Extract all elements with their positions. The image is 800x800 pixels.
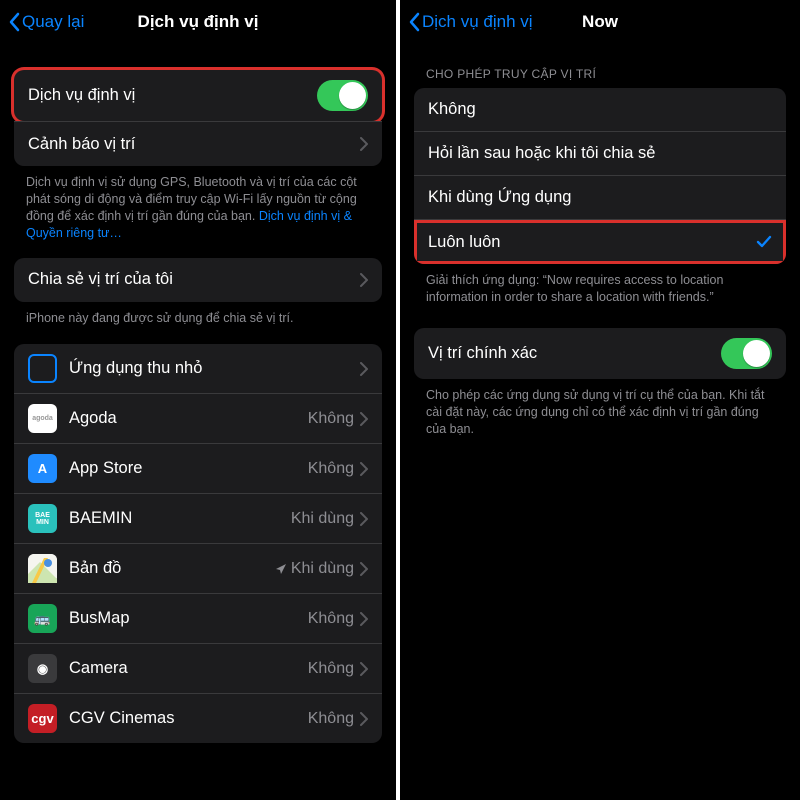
option-label: Luôn luôn: [428, 233, 756, 252]
app-icon: [28, 354, 57, 383]
app-status: Không: [308, 610, 354, 628]
chevron-left-icon: [8, 12, 20, 32]
app-status: Không: [308, 660, 354, 678]
chevron-right-icon: [360, 273, 368, 287]
location-arrow-icon: [275, 563, 287, 575]
app-icon: ◉: [28, 654, 57, 683]
app-row[interactable]: Bản đồKhi dùng: [14, 544, 382, 594]
app-row[interactable]: 🚌 BusMapKhông: [14, 594, 382, 644]
app-icon: [28, 554, 57, 583]
chevron-right-icon: [360, 712, 368, 726]
app-row[interactable]: BAE MIN BAEMINKhi dùng: [14, 494, 382, 544]
toggle-label: Dịch vụ định vị: [28, 86, 317, 105]
chevron-left-icon: [408, 12, 420, 32]
section-header: CHO PHÉP TRUY CẬP VỊ TRÍ: [400, 44, 800, 88]
app-name: App Store: [69, 459, 308, 478]
group-precise: Vị trí chính xác: [414, 328, 786, 379]
alerts-label: Cảnh báo vị trí: [28, 135, 360, 154]
group-share: Chia sẻ vị trí của tôi: [14, 258, 382, 302]
access-option[interactable]: Khi dùng Ứng dụng: [414, 176, 786, 220]
app-name: Bản đồ: [69, 559, 275, 578]
app-name: Agoda: [69, 409, 308, 428]
app-name: Ứng dụng thu nhỏ: [69, 359, 354, 378]
app-status: Không: [308, 460, 354, 478]
app-icon: 🚌: [28, 604, 57, 633]
chevron-right-icon: [360, 137, 368, 151]
app-icon: A: [28, 454, 57, 483]
option-label: Không: [428, 100, 772, 119]
back-label: Dịch vụ định vị: [422, 12, 533, 32]
toggle-switch[interactable]: [721, 338, 772, 369]
back-button[interactable]: Quay lại: [8, 12, 84, 32]
app-icon: agoda: [28, 404, 57, 433]
app-row[interactable]: cgv CGV CinemasKhông: [14, 694, 382, 743]
location-explain-text: Dịch vụ định vị sử dụng GPS, Bluetooth v…: [0, 166, 396, 250]
app-row[interactable]: Ứng dụng thu nhỏ: [14, 344, 382, 394]
share-footer: iPhone này đang được sử dụng để chia sẻ …: [0, 302, 396, 335]
row-share-my-location[interactable]: Chia sẻ vị trí của tôi: [14, 258, 382, 302]
group-access-options: Không Hỏi lần sau hoặc khi tôi chia sẻ Khi…: [414, 88, 786, 264]
group-alerts: Cảnh báo vị trí: [14, 122, 382, 166]
app-row[interactable]: agoda AgodaKhông: [14, 394, 382, 444]
option-label: Khi dùng Ứng dụng: [428, 188, 772, 207]
app-icon: cgv: [28, 704, 57, 733]
app-name: Camera: [69, 659, 308, 678]
back-label: Quay lại: [22, 12, 84, 32]
option-label: Hỏi lần sau hoặc khi tôi chia sẻ: [428, 144, 772, 163]
chevron-right-icon: [360, 612, 368, 626]
app-row[interactable]: ◉ CameraKhông: [14, 644, 382, 694]
row-precise-location[interactable]: Vị trí chính xác: [414, 328, 786, 379]
app-name: CGV Cinemas: [69, 709, 308, 728]
access-option[interactable]: Không: [414, 88, 786, 132]
precise-footer: Cho phép các ứng dụng sử dụng vị trí cụ …: [400, 379, 800, 446]
checkmark-icon: [756, 234, 772, 250]
chevron-right-icon: [360, 562, 368, 576]
chevron-right-icon: [360, 512, 368, 526]
screen-location-services: Quay lại Dịch vụ định vị Dịch vụ định vị…: [0, 0, 396, 800]
chevron-right-icon: [360, 662, 368, 676]
access-option[interactable]: Hỏi lần sau hoặc khi tôi chia sẻ: [414, 132, 786, 176]
nav-bar: Dịch vụ định vị Now: [400, 0, 800, 44]
app-name: BusMap: [69, 609, 308, 628]
back-button[interactable]: Dịch vụ định vị: [408, 12, 533, 32]
access-option[interactable]: Luôn luôn: [414, 220, 786, 264]
precise-label: Vị trí chính xác: [428, 344, 721, 363]
app-status: Không: [308, 410, 354, 428]
chevron-right-icon: [360, 362, 368, 376]
screen-app-permission: Dịch vụ định vị Now CHO PHÉP TRUY CẬP VỊ…: [400, 0, 800, 800]
row-location-services-toggle[interactable]: Dịch vụ định vị: [14, 70, 382, 121]
chevron-right-icon: [360, 462, 368, 476]
app-explain-text: Giải thích ứng dụng: “Now requires acces…: [400, 264, 800, 314]
toggle-switch[interactable]: [317, 80, 368, 111]
app-row[interactable]: A App StoreKhông: [14, 444, 382, 494]
app-status: Không: [308, 710, 354, 728]
group-main-toggle: Dịch vụ định vị: [14, 70, 382, 121]
app-name: BAEMIN: [69, 509, 291, 528]
group-apps: Ứng dụng thu nhỏagodaAgodaKhôngAApp Stor…: [14, 344, 382, 743]
app-status: Khi dùng: [291, 510, 354, 528]
share-label: Chia sẻ vị trí của tôi: [28, 270, 360, 289]
app-status: Khi dùng: [275, 560, 354, 578]
chevron-right-icon: [360, 412, 368, 426]
app-icon: BAE MIN: [28, 504, 57, 533]
row-location-alerts[interactable]: Cảnh báo vị trí: [14, 122, 382, 166]
nav-bar: Quay lại Dịch vụ định vị: [0, 0, 396, 44]
